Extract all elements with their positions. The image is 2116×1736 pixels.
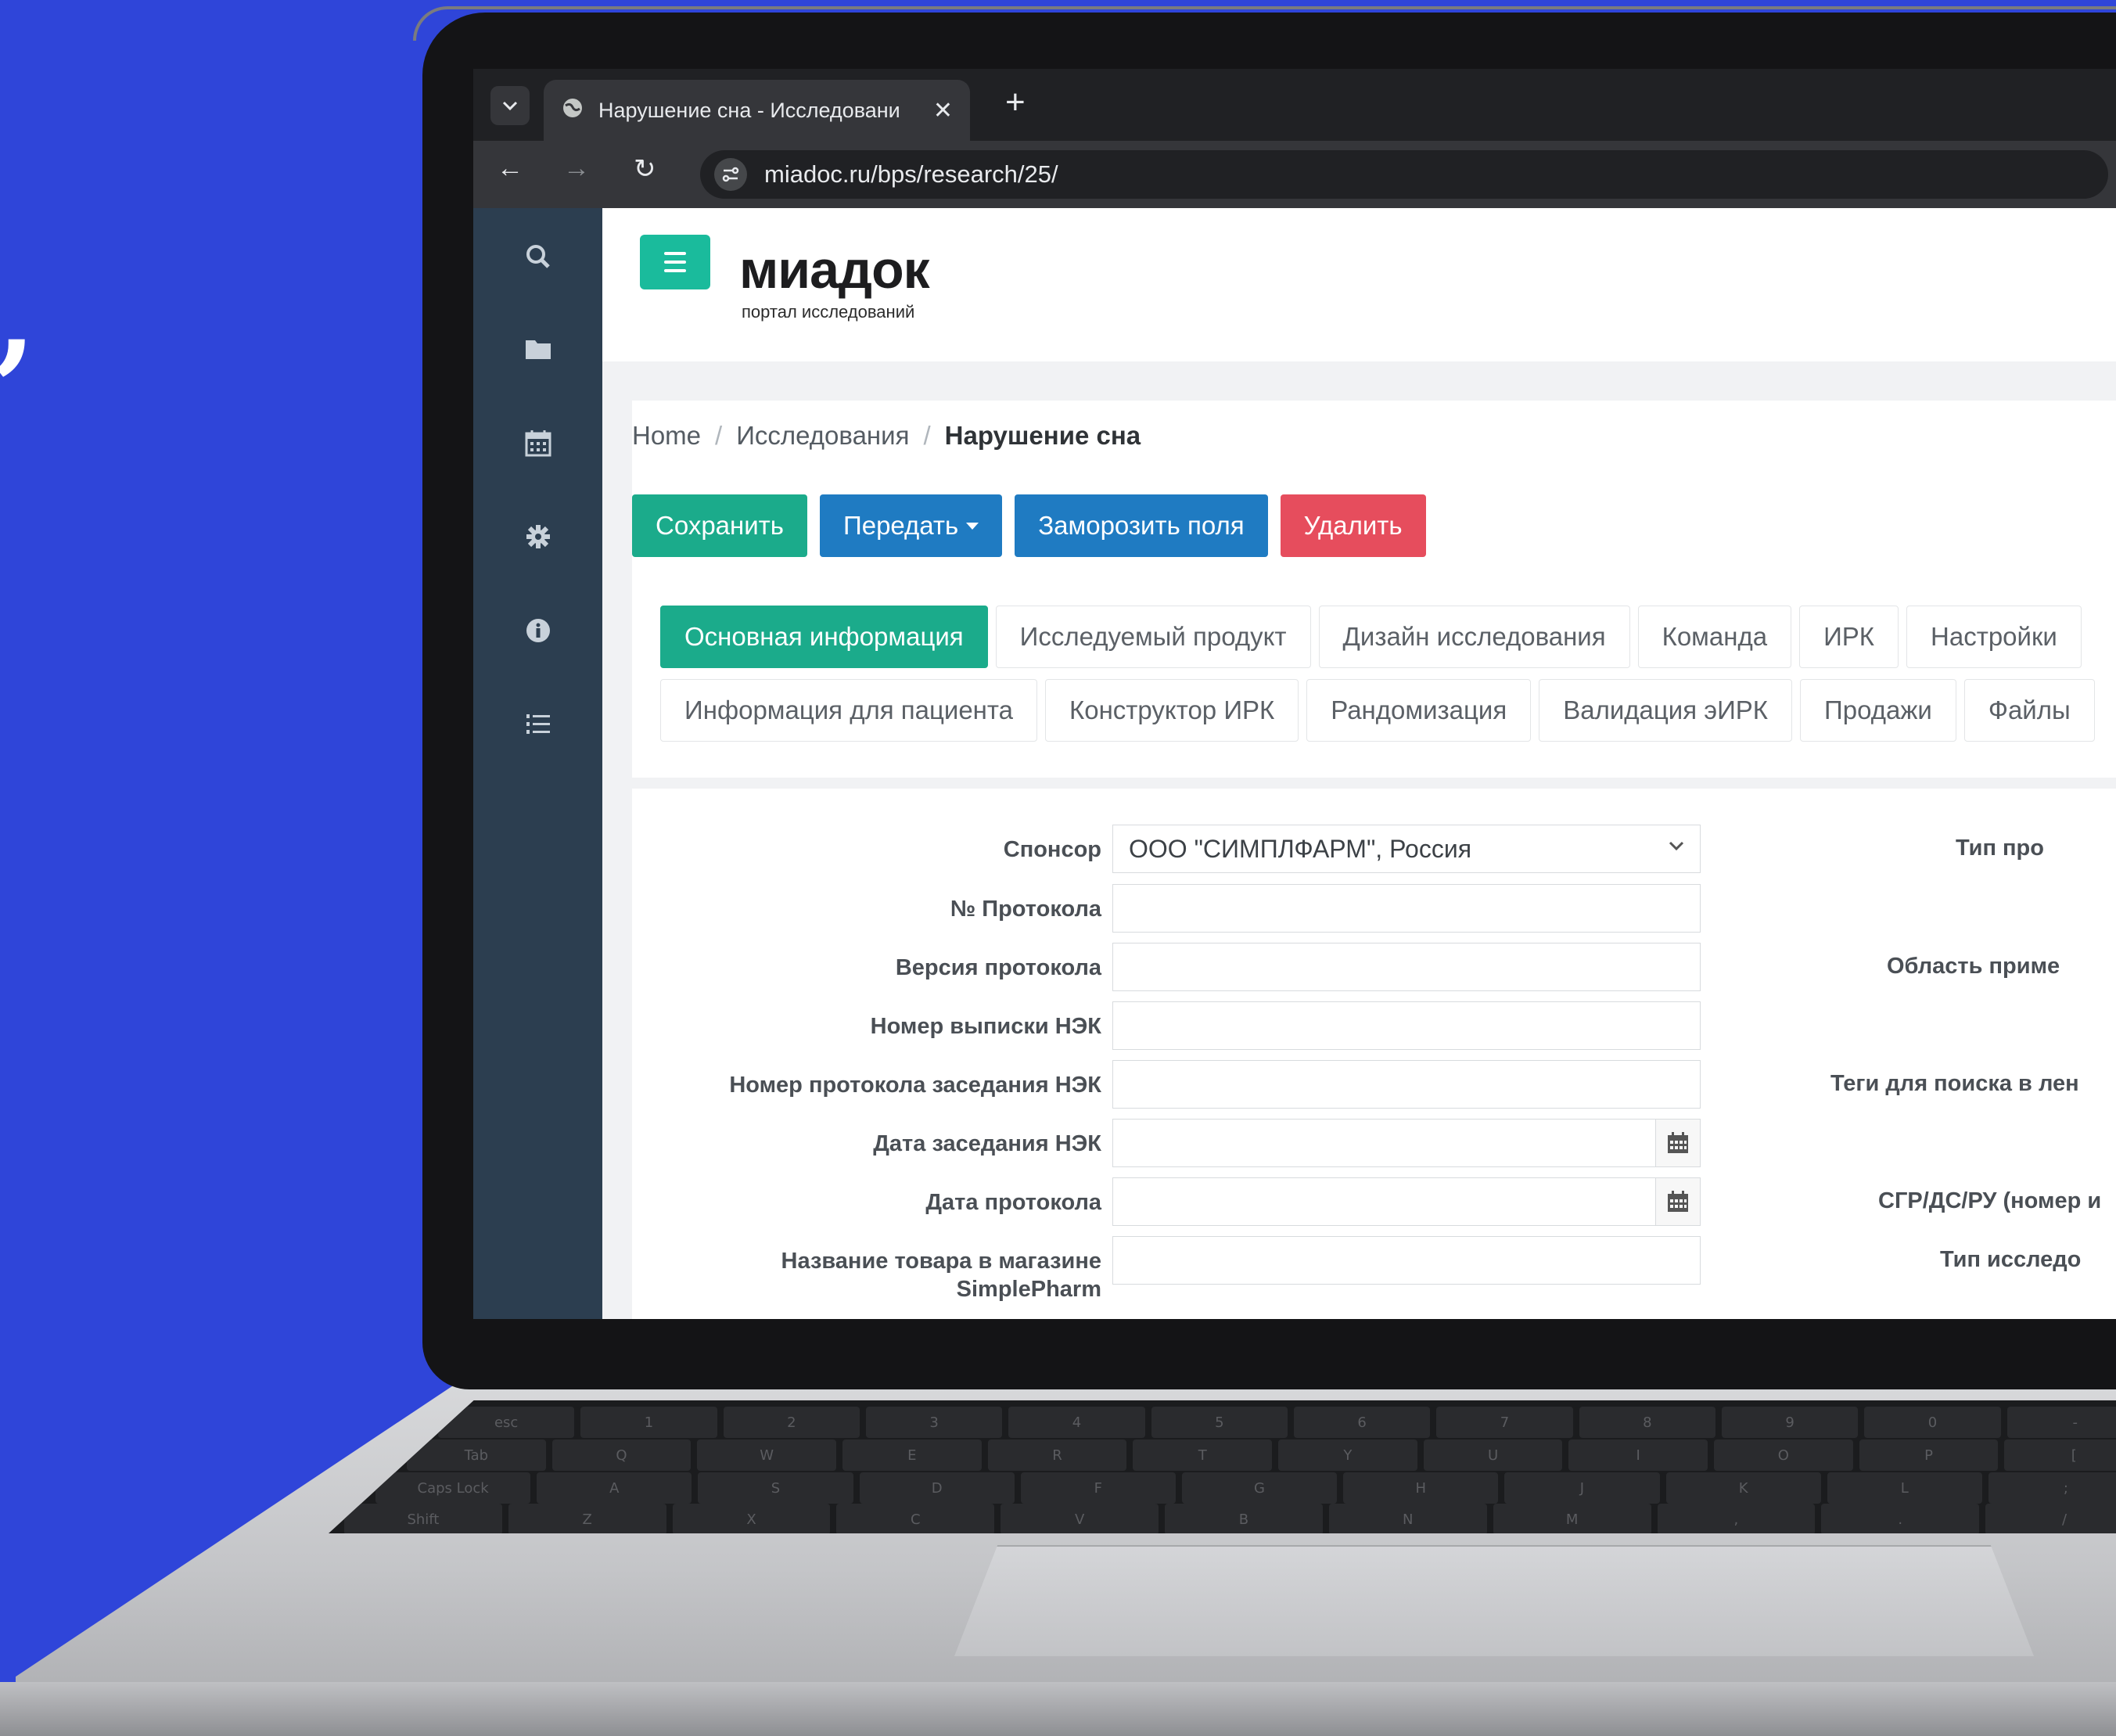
nek-date-label: Дата заседания НЭК bbox=[873, 1131, 1101, 1156]
browser-tabbar: Нарушение сна - Исследовани ✕ + bbox=[473, 69, 2116, 141]
app-main: миадок портал исследований Home / Исслед… bbox=[602, 208, 2116, 1319]
shop-name-input[interactable] bbox=[1112, 1236, 1701, 1285]
breadcrumb-home[interactable]: Home bbox=[632, 421, 701, 451]
delete-button[interactable]: Удалить bbox=[1280, 494, 1426, 557]
calendar-button[interactable] bbox=[1655, 1120, 1700, 1166]
sponsor-label: Спонсор bbox=[1003, 837, 1101, 862]
laptop-base-edge bbox=[0, 1682, 2116, 1736]
protocol-number-input[interactable] bbox=[1112, 884, 1701, 933]
content-card: Home / Исследования / Нарушение сна Сохр… bbox=[632, 401, 2116, 1319]
tab-randomization[interactable]: Рандомизация bbox=[1306, 679, 1532, 742]
tab-irk[interactable]: ИРК bbox=[1799, 606, 1899, 668]
breadcrumb-separator: / bbox=[923, 421, 931, 450]
shop-name-label-line1: Название товара в магазине bbox=[781, 1249, 1101, 1274]
gear-icon[interactable] bbox=[516, 515, 560, 559]
new-tab-button[interactable]: + bbox=[1005, 83, 1026, 122]
globe-icon bbox=[561, 96, 584, 125]
application-area-label: Область приме bbox=[1887, 954, 2060, 979]
tab-search-button[interactable] bbox=[490, 86, 530, 125]
calendar-icon bbox=[1668, 1132, 1688, 1153]
transfer-dropdown-button[interactable]: Передать bbox=[820, 494, 1003, 557]
protocol-date-input[interactable] bbox=[1112, 1177, 1701, 1226]
menu-toggle-button[interactable] bbox=[640, 235, 710, 289]
logo-subtitle: портал исследований bbox=[742, 302, 915, 322]
browser-toolbar: ← → ↻ miadoc.ru/bps/research/25/ bbox=[473, 141, 2116, 208]
tab-files[interactable]: Файлы bbox=[1963, 679, 2095, 742]
freeze-fields-button[interactable]: Заморозить поля bbox=[1015, 494, 1268, 557]
tab-eirk-validation[interactable]: Валидация эИРК bbox=[1539, 679, 1793, 742]
logo: миадок bbox=[739, 240, 930, 300]
save-button[interactable]: Сохранить bbox=[632, 494, 807, 557]
protocol-version-label: Версия протокола bbox=[895, 955, 1101, 980]
sgr-label: СГР/ДС/РУ (номер и bbox=[1878, 1188, 2102, 1213]
tabs-panel: Основная информация Исследуемый продукт … bbox=[632, 577, 2116, 789]
nek-extract-input[interactable] bbox=[1112, 1001, 1701, 1050]
quote-mark: , bbox=[0, 258, 36, 376]
address-bar[interactable]: miadoc.ru/bps/research/25/ bbox=[700, 150, 2108, 199]
protocol-version-input[interactable] bbox=[1112, 943, 1701, 991]
transfer-label: Передать bbox=[843, 511, 959, 540]
tab-design[interactable]: Дизайн исследования bbox=[1318, 606, 1630, 668]
tab-main-info[interactable]: Основная информация bbox=[660, 606, 988, 668]
tab-title: Нарушение сна - Исследовани bbox=[598, 98, 900, 122]
search-icon[interactable] bbox=[516, 235, 560, 279]
tabs-row-1: Основная информация Исследуемый продукт … bbox=[660, 606, 2082, 668]
caret-down-icon bbox=[966, 522, 979, 530]
main-info-form: Спонсор ООО "СИМПЛФАРМ", Россия № Проток… bbox=[632, 804, 2116, 1319]
list-icon[interactable] bbox=[516, 703, 560, 746]
breadcrumb-current: Нарушение сна bbox=[944, 421, 1141, 450]
tab-product[interactable]: Исследуемый продукт bbox=[995, 606, 1311, 668]
tabs-row-2: Информация для пациента Конструктор ИРК … bbox=[660, 679, 2095, 742]
app-header: миадок портал исследований bbox=[602, 208, 2116, 361]
trackpad bbox=[954, 1545, 2034, 1656]
protocol-type-label: Тип про bbox=[1956, 836, 2044, 861]
tab-team[interactable]: Команда bbox=[1637, 606, 1792, 668]
calendar-button[interactable] bbox=[1655, 1178, 1700, 1225]
calendar-icon bbox=[1668, 1191, 1688, 1212]
breadcrumb: Home / Исследования / Нарушение сна bbox=[632, 401, 2116, 471]
nek-extract-label: Номер выписки НЭК bbox=[870, 1014, 1101, 1039]
tags-label: Теги для поиска в лен bbox=[1830, 1071, 2079, 1096]
breadcrumb-section[interactable]: Исследования bbox=[736, 421, 909, 451]
nek-protocol-input[interactable] bbox=[1112, 1060, 1701, 1109]
shop-name-label: Название товара в магазине SimplePharm bbox=[632, 1247, 1101, 1303]
protocol-number-label: № Протокола bbox=[950, 897, 1101, 922]
folder-icon[interactable] bbox=[516, 327, 560, 371]
url-text: miadoc.ru/bps/research/25/ bbox=[764, 160, 1058, 188]
tab-patient-info[interactable]: Информация для пациента bbox=[660, 679, 1037, 742]
info-icon[interactable] bbox=[516, 609, 560, 652]
chevron-down-icon bbox=[1669, 841, 1684, 851]
forward-arrow-icon[interactable]: → bbox=[563, 153, 590, 184]
chevron-down-icon bbox=[502, 101, 518, 111]
nek-date-input[interactable] bbox=[1112, 1119, 1701, 1167]
screen: Нарушение сна - Исследовани ✕ + ← → ↻ mi… bbox=[473, 69, 2116, 1319]
keyboard: esc 1 2 3 4 5 6 7 8 9 0- Tab Q W E R T Y U I O P[ Caps Lock A… bbox=[329, 1400, 2116, 1533]
browser-tab[interactable]: Нарушение сна - Исследовани ✕ bbox=[544, 80, 970, 141]
back-arrow-icon[interactable]: ← bbox=[497, 153, 523, 184]
action-buttons: Сохранить Передать Заморозить поля Удали… bbox=[632, 494, 1426, 557]
study-type-label: Тип исследо bbox=[1940, 1247, 2082, 1272]
tab-sales[interactable]: Продажи bbox=[1800, 679, 1956, 742]
protocol-date-label: Дата протокола bbox=[925, 1190, 1101, 1215]
sponsor-value: ООО "СИМПЛФАРМ", Россия bbox=[1129, 834, 1472, 863]
site-info-icon[interactable] bbox=[714, 158, 747, 191]
shop-name-label-line2: SimplePharm bbox=[956, 1277, 1101, 1302]
nek-protocol-label: Номер протокола заседания НЭК bbox=[729, 1073, 1101, 1098]
tab-close-icon[interactable]: ✕ bbox=[933, 97, 953, 124]
tab-irk-builder[interactable]: Конструктор ИРК bbox=[1045, 679, 1299, 742]
app-sidebar bbox=[473, 208, 602, 1319]
reload-icon[interactable]: ↻ bbox=[634, 153, 656, 185]
tab-settings[interactable]: Настройки bbox=[1906, 606, 2082, 668]
sponsor-select[interactable]: ООО "СИМПЛФАРМ", Россия bbox=[1112, 825, 1701, 873]
breadcrumb-separator: / bbox=[715, 421, 723, 450]
calendar-icon[interactable] bbox=[516, 421, 560, 465]
